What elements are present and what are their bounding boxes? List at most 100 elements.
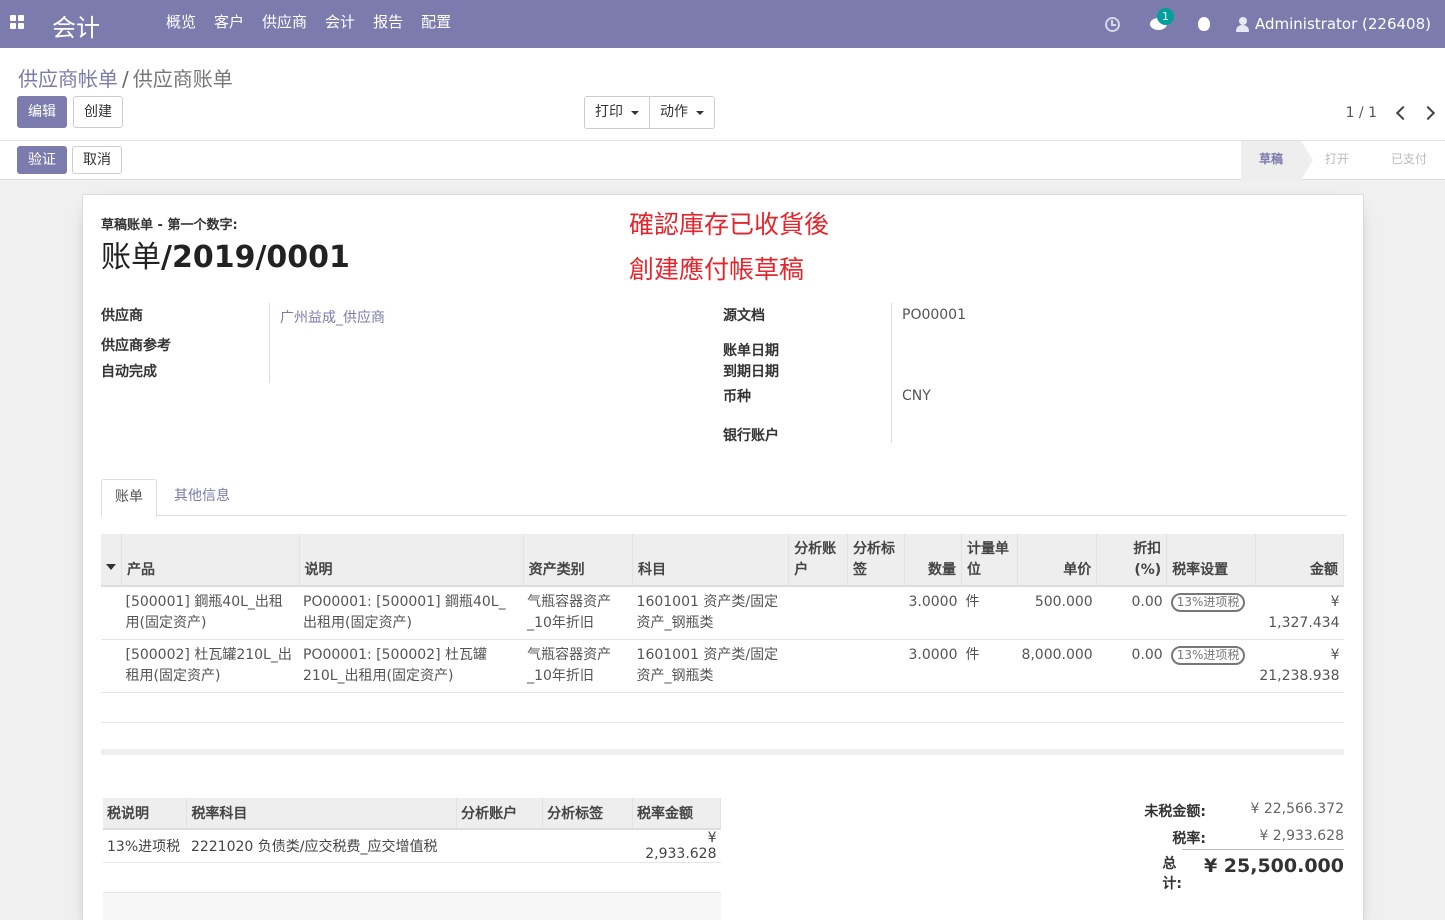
line-description: PO00001: [500002] 杜瓦罐210L_出租用(固定资产)	[299, 639, 524, 693]
tax-col-description[interactable]: 税说明	[103, 798, 188, 830]
form-sheet: 草稿账单 - 第一个数字: 账单/2019/0001 確認庫存已收貨後 創建應付…	[82, 194, 1364, 920]
line-description: PO00001: [500001] 鋼瓶40L_出租用(固定资产)	[299, 586, 524, 640]
action-label: 动作	[660, 104, 688, 120]
menu-customers[interactable]: 客户	[205, 0, 253, 48]
line-account: 1601001 资产类/固定资产_钢瓶类	[632, 639, 789, 693]
col-asset-category[interactable]: 资产类别	[523, 534, 634, 587]
cancel-button[interactable]: 取消	[72, 146, 122, 174]
title-prefix: 账单	[101, 240, 161, 275]
currency-field[interactable]: CNY	[902, 388, 931, 404]
status-bar: 草稿 打开 已支付	[1240, 141, 1445, 180]
tab-other-info[interactable]: 其他信息	[161, 479, 243, 516]
edit-button[interactable]: 编辑	[17, 96, 67, 128]
untaxed-row: 未税金额: ¥ 22,566.372	[1044, 795, 1344, 822]
col-product[interactable]: 产品	[121, 534, 300, 587]
tax-line-name: 13%进项税	[103, 829, 187, 863]
validate-button[interactable]: 验证	[17, 146, 67, 174]
col-amount[interactable]: 金额	[1255, 534, 1345, 587]
source-doc-field[interactable]: PO00001	[902, 307, 966, 323]
menu-accounting[interactable]: 会计	[316, 0, 364, 48]
action-dropdown[interactable]: 动作	[649, 97, 714, 128]
print-dropdown[interactable]: 打印	[585, 97, 649, 128]
caret-down-icon	[631, 110, 639, 115]
grand-total-row: 总计: ¥ 25,500.000	[1162, 849, 1344, 892]
breadcrumb: 供应商帐单 / 供应商账单	[18, 63, 233, 92]
activity-clock-icon[interactable]	[1098, 0, 1126, 48]
tax-line-row[interactable]: 13%进项税 2221020 负债类/应交税费_应交增值税 ¥ 2,933.62…	[103, 829, 721, 863]
invoice-totals: 未税金额: ¥ 22,566.372 税率: ¥ 2,933.628 总计: ¥…	[1044, 795, 1344, 892]
tax-col-account[interactable]: 税率科目	[186, 798, 458, 830]
breadcrumb-current: 供应商账单	[132, 67, 233, 91]
col-uom[interactable]: 计量单位	[961, 534, 1018, 587]
tax-tag: 13%进项税	[1170, 593, 1246, 612]
col-analytic-account[interactable]: 分析账户	[788, 534, 849, 587]
line-product: [500002] 杜瓦罐210L_出租用(固定资产)	[121, 639, 299, 693]
menu-configuration[interactable]: 配置	[412, 0, 460, 48]
breadcrumb-separator: /	[122, 67, 129, 91]
col-quantity[interactable]: 数量	[904, 534, 962, 587]
line-analytic-tags	[847, 586, 905, 640]
chat-badge: 1	[1157, 8, 1174, 25]
menu-vendors[interactable]: 供应商	[253, 0, 316, 48]
tax-line-account: 2221020 负债类/应交税费_应交增值税	[186, 829, 457, 863]
line-account: 1601001 资产类/固定资产_钢瓶类	[632, 586, 789, 640]
due-date-label: 到期日期	[723, 364, 779, 380]
user-name: Administrator (226408)	[1255, 15, 1431, 33]
line-unit-price: 8,000.000	[1017, 639, 1097, 693]
line-amount: ¥ 21,238.938	[1255, 639, 1344, 693]
chat-icon[interactable]: 1	[1144, 0, 1174, 48]
menu-overview[interactable]: 概览	[157, 0, 205, 48]
notebook-tabs: 账单 其他信息	[101, 479, 1346, 517]
title-number: /2019/0001	[161, 240, 350, 275]
user-menu[interactable]: Administrator (226408)	[1236, 15, 1431, 33]
col-unit-price[interactable]: 单价	[1017, 534, 1098, 587]
tax-row: 税率: ¥ 2,933.628	[1044, 822, 1344, 849]
tax-total-value: ¥ 2,933.628	[1259, 828, 1344, 844]
line-analytic-account	[788, 586, 848, 640]
breadcrumb-parent[interactable]: 供应商帐单	[18, 67, 118, 91]
top-navbar: 会计 概览 客户 供应商 会计 报告 配置 1 Administrator (2…	[0, 0, 1445, 48]
tax-total-label: 税率:	[1172, 831, 1206, 847]
vendor-ref-label: 供应商参考	[101, 338, 171, 354]
systray: 1 Administrator (226408)	[1098, 0, 1445, 48]
lines-header-row: 产品 说明 资产类别 科目 分析账户 分析标签 数量 计量单位 单价 折扣 (%…	[101, 534, 1345, 587]
pager-value[interactable]: 1 / 1	[1346, 105, 1377, 121]
stage-draft: 草稿	[1240, 141, 1313, 180]
line-product: [500001] 鋼瓶40L_出租用(固定资产)	[121, 586, 299, 640]
line-asset-category: 气瓶容器资产_10年折旧	[523, 586, 633, 640]
menu-reports[interactable]: 报告	[364, 0, 412, 48]
line-analytic-tags	[847, 639, 905, 693]
bug-icon[interactable]	[1190, 0, 1218, 48]
tax-col-amount[interactable]: 税率金额	[632, 798, 722, 830]
empty-row	[103, 862, 721, 893]
row-handle	[101, 586, 122, 640]
pager-next-icon[interactable]	[1421, 104, 1439, 122]
lines-table-footer	[101, 749, 1344, 755]
tax-col-analytic-account[interactable]: 分析账户	[456, 798, 544, 830]
currency-label: 币种	[723, 389, 751, 405]
document-title: 账单/2019/0001	[101, 232, 350, 276]
sort-caret-icon[interactable]	[101, 534, 122, 587]
tax-col-analytic-tags[interactable]: 分析标签	[542, 798, 633, 830]
col-account[interactable]: 科目	[632, 534, 790, 587]
line-taxes: 13%进项税	[1166, 586, 1256, 640]
pager-previous-icon[interactable]	[1392, 104, 1410, 122]
vendor-field[interactable]: 广州益成_供应商	[280, 307, 385, 327]
line-discount: 0.00	[1096, 639, 1167, 693]
bank-account-label: 银行账户	[723, 428, 779, 444]
user-avatar-icon	[1236, 16, 1249, 32]
col-analytic-tags[interactable]: 分析标签	[847, 534, 905, 587]
create-button[interactable]: 创建	[73, 96, 123, 128]
tax-line-analytic-account	[456, 829, 543, 863]
control-panel: 供应商帐单 / 供应商账单 编辑 创建 打印 动作 1 / 1 验证 取消 草稿 打…	[0, 48, 1445, 180]
invoice-line-row[interactable]: [500002] 杜瓦罐210L_出租用(固定资产) PO00001: [500…	[101, 639, 1344, 693]
col-description[interactable]: 说明	[299, 534, 524, 587]
col-taxes[interactable]: 税率设置	[1166, 534, 1256, 587]
line-quantity: 3.0000	[904, 586, 962, 640]
caret-down-icon	[696, 110, 704, 115]
col-discount[interactable]: 折扣 (%)	[1096, 534, 1168, 587]
invoice-line-row[interactable]: [500001] 鋼瓶40L_出租用(固定资产) PO00001: [50000…	[101, 586, 1344, 640]
tab-bill[interactable]: 账单	[101, 479, 157, 517]
statusbar-divider	[0, 140, 1445, 141]
apps-grid-icon[interactable]	[10, 15, 24, 29]
